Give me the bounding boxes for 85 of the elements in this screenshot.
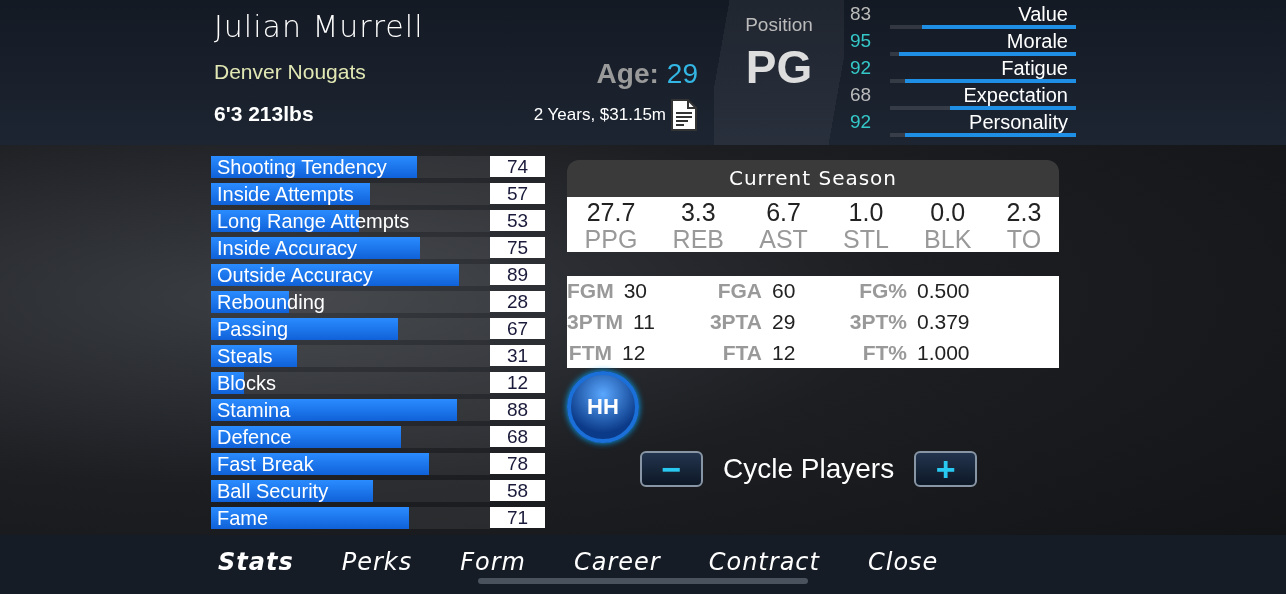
attribute-value: 53 (490, 210, 545, 231)
attribute-label: Inside Accuracy (217, 236, 358, 259)
next-player-button[interactable]: + (914, 451, 978, 487)
shooting-value: 30 (623, 278, 648, 304)
average-value: 6.7 (766, 197, 801, 227)
meter-label: Personality (969, 111, 1069, 133)
document-icon[interactable] (670, 98, 698, 132)
attribute-value: 68 (490, 426, 545, 447)
average-label: AST (759, 227, 808, 251)
attribute-value: 74 (490, 156, 545, 177)
attribute-label: Steals (217, 344, 273, 367)
average-value: 3.3 (680, 197, 716, 227)
attribute-label: Inside Attempts (217, 182, 354, 205)
meter-value: 95 (850, 30, 873, 53)
attribute-value: 57 (490, 183, 545, 204)
attribute-value: 28 (490, 291, 545, 312)
tab[interactable]: Close (867, 535, 963, 594)
attribute-value: 12 (490, 372, 545, 393)
meter-label: Value (1018, 3, 1069, 25)
average-value: 1.0 (848, 197, 884, 227)
shooting-label: FT% (862, 340, 907, 366)
shooting-label: FGA (717, 278, 762, 304)
tab[interactable]: Stats (218, 535, 318, 594)
average-label: BLK (924, 227, 972, 251)
meter-value: 68 (850, 84, 873, 107)
position-value: PG (745, 40, 813, 94)
shooting-label: FTA (722, 340, 762, 366)
attribute-value: 67 (490, 318, 545, 339)
meter-value: 83 (850, 3, 873, 26)
tab[interactable]: Contract (708, 535, 844, 594)
shooting-value: 60 (772, 278, 797, 304)
attribute-label: Shooting Tendency (217, 155, 387, 178)
shooting-value: 12 (622, 340, 647, 366)
team-name: Denver Nougats (214, 60, 367, 84)
shooting-value: 0.500 (917, 278, 971, 304)
attribute-value: 88 (490, 399, 545, 420)
tab[interactable]: Perks (341, 535, 437, 594)
attribute-value: 89 (490, 264, 545, 285)
attribute-label: Fast Break (217, 452, 314, 475)
average-label: PPG (584, 227, 638, 251)
shooting-value: 12 (772, 340, 797, 366)
average-label: REB (672, 227, 724, 251)
tab[interactable]: Form (460, 535, 550, 594)
attribute-value: 71 (490, 507, 545, 528)
average-value: 2.3 (1006, 197, 1042, 227)
player-name: Julian Murrell (214, 10, 425, 44)
average-value: 0.0 (930, 197, 966, 227)
average-label: TO (1006, 227, 1042, 251)
attribute-value: 78 (490, 453, 545, 474)
attribute-value: 58 (490, 480, 545, 501)
shooting-label: 3PTA (709, 309, 762, 335)
meter-value: 92 (850, 57, 873, 80)
season-title: Current Season (567, 160, 1059, 197)
average-value: 27.7 (586, 197, 636, 227)
shooting-value: 0.379 (917, 309, 971, 335)
attribute-label: Passing (217, 317, 289, 340)
average-label: STL (843, 227, 889, 251)
attribute-label: Fame (217, 506, 269, 529)
hh-button[interactable]: HH (567, 371, 639, 443)
shooting-label: FG% (859, 278, 907, 304)
attribute-label: Defence (217, 425, 292, 448)
tab[interactable]: Career (573, 535, 685, 594)
attribute-label: Ball Security (217, 479, 329, 502)
attribute-value: 31 (490, 345, 545, 366)
meter-value: 92 (850, 111, 873, 134)
shooting-label: 3PTM (567, 309, 623, 335)
contract-text: 2 Years, $31.15m (533, 105, 666, 125)
meter-label: Expectation (963, 84, 1069, 106)
age-label: Age: (596, 58, 659, 89)
attribute-value: 75 (490, 237, 545, 258)
previous-player-button[interactable]: − (640, 451, 703, 487)
shooting-label: FGM (567, 278, 614, 304)
age-value: 29 (666, 58, 698, 89)
shooting-value: 29 (772, 309, 797, 335)
meter-label: Morale (1006, 30, 1069, 52)
attribute-label: Stamina (217, 398, 291, 421)
attribute-label: Outside Accuracy (217, 263, 373, 286)
shooting-label: 3PT% (849, 309, 907, 335)
shooting-label: FTM (568, 340, 612, 366)
height-weight: 6'3 213lbs (214, 102, 315, 126)
cycle-players-label: Cycle Players (723, 453, 895, 485)
position-label: Position (745, 14, 813, 36)
shooting-value: 1.000 (917, 340, 971, 366)
meter-label: Fatigue (1001, 57, 1069, 79)
shooting-value: 11 (633, 309, 656, 335)
